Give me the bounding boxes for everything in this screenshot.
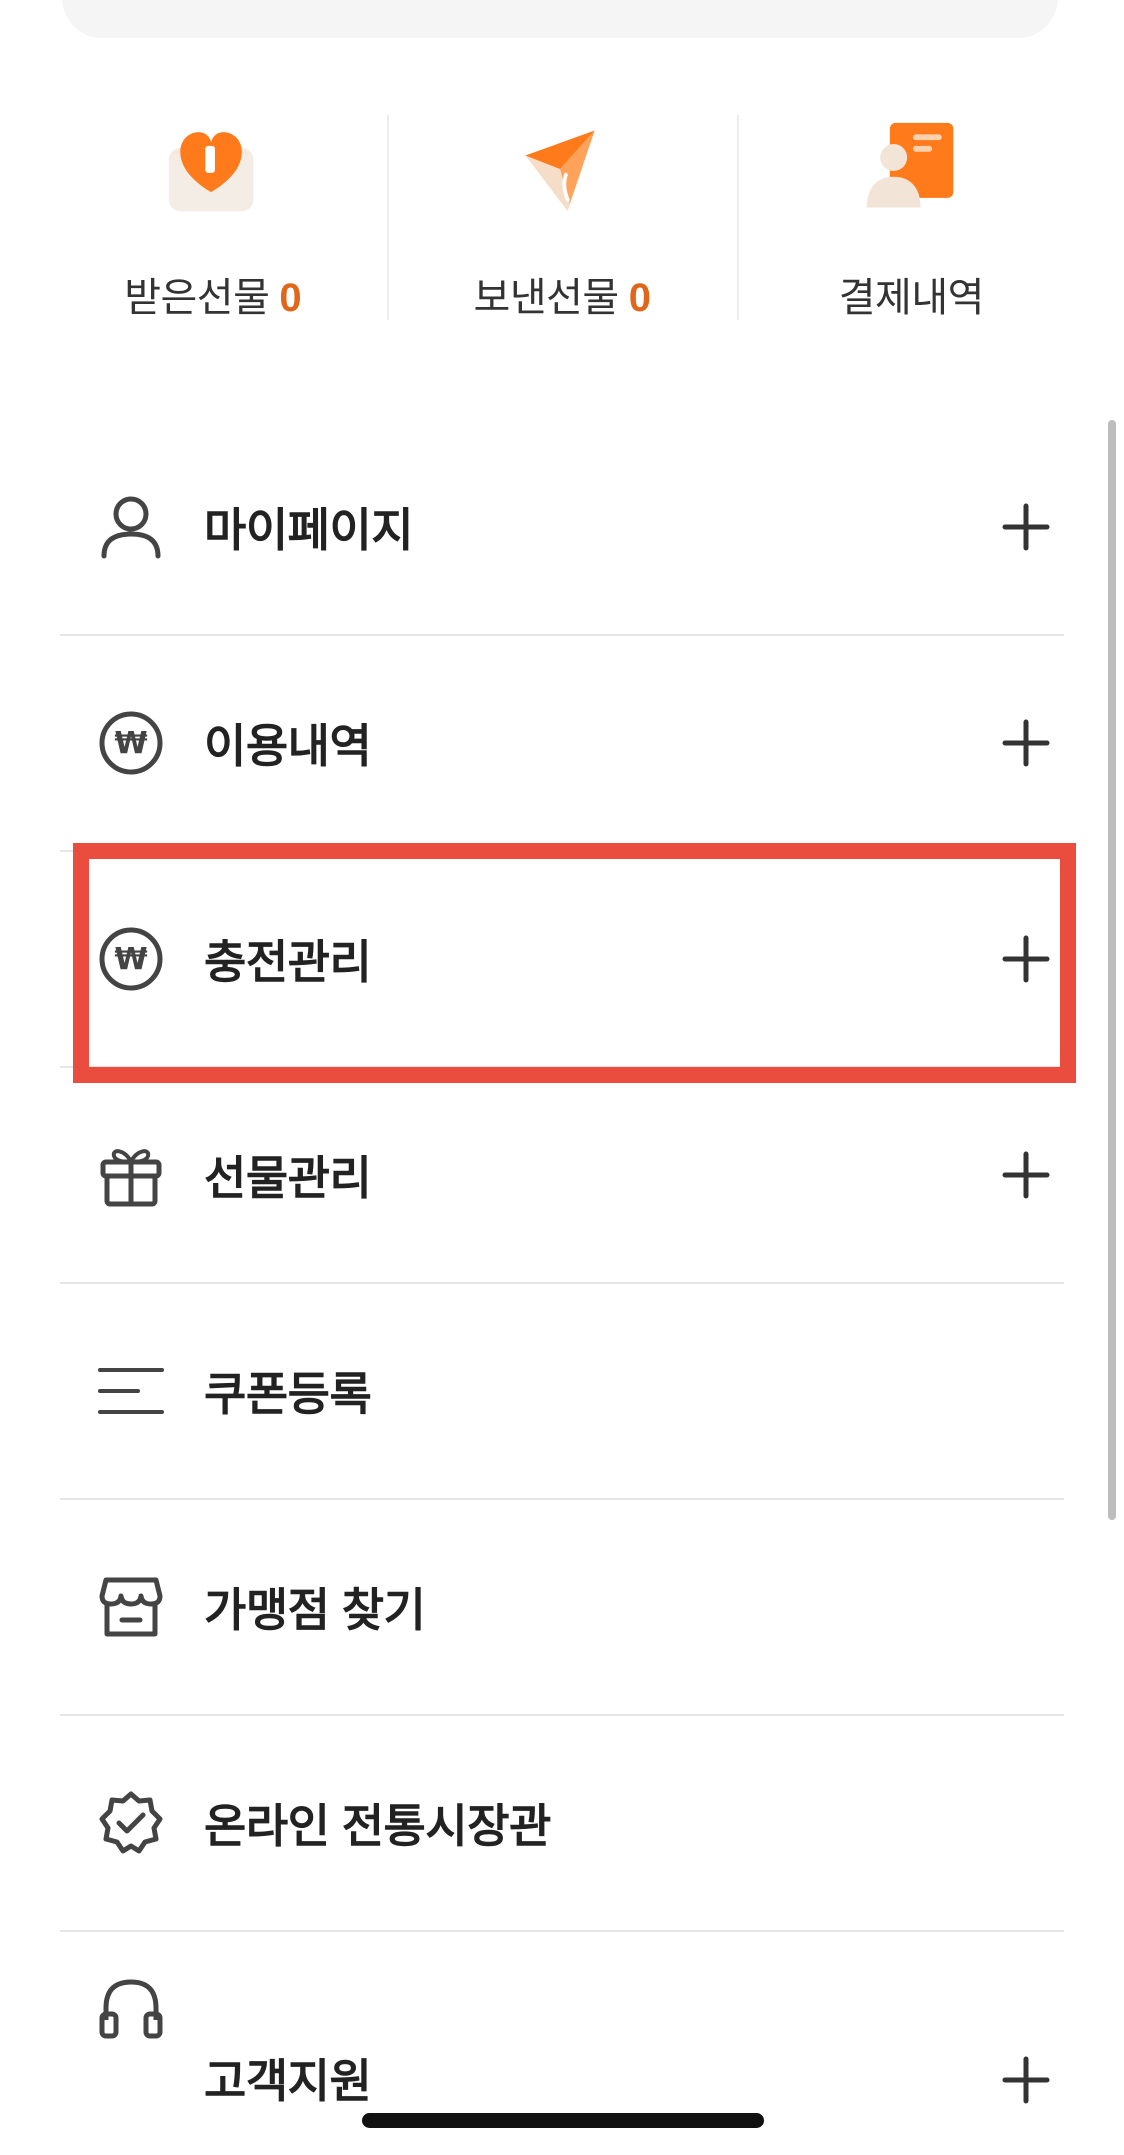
page: 받은선물 0 보낸선물 0 결제내역 마이페이지 ₩ 이용내역 ₩ 충전관리 선…	[0, 0, 1124, 2155]
quick-item-payment-history[interactable]: 결제내역	[736, 115, 1086, 323]
menu-item-label: 이용내역	[204, 720, 372, 772]
menu-item-label: 마이페이지	[204, 504, 414, 556]
menu-item-label: 충전관리	[204, 936, 372, 988]
home-indicator[interactable]	[362, 2113, 764, 2128]
menu-item-charge-management[interactable]: ₩ 충전관리	[60, 852, 1064, 1068]
received-gift-icon	[168, 132, 254, 212]
svg-text:₩: ₩	[114, 726, 147, 761]
quick-actions: 받은선물 0 보낸선물 0 결제내역	[38, 115, 1086, 323]
menu-item-coupon-register[interactable]: 쿠폰등록	[60, 1284, 1064, 1500]
gift-icon	[100, 1149, 162, 1207]
won-circle-icon: ₩	[99, 927, 163, 991]
scrollbar[interactable]	[1108, 420, 1116, 1520]
menu-item-gift-management[interactable]: 선물관리	[60, 1068, 1064, 1284]
verified-badge-icon	[99, 1791, 163, 1854]
menu-item-online-market[interactable]: 온라인 전통시장관	[60, 1716, 1064, 1932]
menu-item-store-finder[interactable]: 가맹점 찾기	[60, 1500, 1064, 1716]
menu-item-usage-history[interactable]: ₩ 이용내역	[60, 636, 1064, 852]
quick-item-label: 받은선물 0	[124, 276, 302, 320]
payment-history-icon	[867, 122, 954, 208]
menu-item-mypage[interactable]: 마이페이지	[60, 420, 1064, 636]
quick-item-sent-gift[interactable]: 보낸선물 0	[387, 115, 736, 323]
plus-icon[interactable]	[1002, 503, 1050, 551]
sent-gift-icon	[525, 130, 595, 212]
quick-item-label: 보낸선물 0	[473, 276, 651, 320]
menu-item-label: 선물관리	[204, 1152, 372, 1204]
sent-gift-count: 0	[628, 276, 651, 320]
svg-text:₩: ₩	[114, 942, 147, 977]
menu-list: 마이페이지 ₩ 이용내역 ₩ 충전관리 선물관리 쿠폰등록 가맹점 찾기 온라인…	[60, 420, 1064, 2148]
quick-item-label: 결제내역	[838, 276, 985, 320]
store-icon	[99, 1577, 163, 1637]
plus-icon[interactable]	[1002, 935, 1050, 983]
top-card	[62, 0, 1058, 38]
received-gift-count: 0	[279, 276, 302, 320]
menu-item-label: 온라인 전통시장관	[204, 1800, 551, 1852]
menu-item-label: 가맹점 찾기	[204, 1584, 426, 1636]
person-icon	[101, 496, 161, 559]
plus-icon[interactable]	[1002, 719, 1050, 767]
menu-item-label: 고객지원	[204, 2055, 372, 2107]
menu-item-label: 쿠폰등록	[204, 1368, 372, 1420]
quick-item-received-gift[interactable]: 받은선물 0	[38, 115, 387, 323]
headset-icon	[99, 1979, 163, 2039]
won-circle-icon: ₩	[99, 711, 163, 775]
lines-icon	[98, 1368, 164, 1414]
plus-icon[interactable]	[1002, 2056, 1050, 2104]
plus-icon[interactable]	[1002, 1151, 1050, 1199]
